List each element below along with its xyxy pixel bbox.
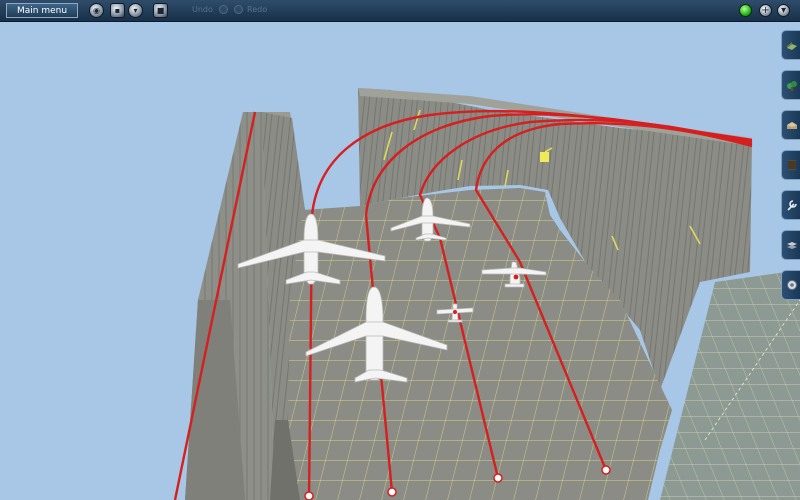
texture-icon (788, 160, 796, 170)
building-icon (787, 122, 797, 129)
side-tab-layers[interactable] (781, 230, 800, 260)
side-tab-textures[interactable] (781, 150, 800, 180)
redo-icon (234, 5, 243, 14)
top-toolbar: Main menu ◉ ▪ ▾ ■ Undo Redo + ▾ (0, 0, 800, 22)
main-menu-button[interactable]: Main menu (6, 3, 78, 18)
save-button[interactable]: ▪ (110, 3, 125, 18)
undo-control[interactable]: Undo (192, 5, 228, 14)
wall-marker-square (540, 152, 549, 162)
side-tab-settings[interactable] (781, 270, 800, 300)
settings-icon (787, 280, 797, 290)
propeller-plane-marker (513, 274, 519, 280)
small-plane-marker (453, 310, 457, 314)
side-tab-vegetation[interactable] (781, 70, 800, 100)
redo-control[interactable]: Redo (234, 5, 267, 14)
side-tab-buildings[interactable] (781, 110, 800, 140)
side-tab-scenery[interactable] (781, 30, 800, 60)
status-led-icon (739, 4, 752, 17)
undo-label: Undo (192, 5, 213, 14)
airport-3d-viewport[interactable] (0, 0, 800, 500)
layers-icon (787, 242, 797, 249)
info-button[interactable]: ▾ (777, 4, 790, 17)
stop-button[interactable]: ■ (153, 3, 168, 18)
redo-label: Redo (247, 5, 268, 14)
vegetation-icon (787, 81, 797, 91)
camera-view-button[interactable]: ◉ (89, 3, 104, 18)
undo-icon (218, 5, 228, 14)
add-button[interactable]: + (759, 4, 772, 17)
side-tab-tools[interactable] (781, 190, 800, 220)
wrench-icon (787, 200, 797, 211)
tools-button[interactable]: ▾ (128, 3, 143, 18)
scenery-object-icon (787, 42, 797, 50)
